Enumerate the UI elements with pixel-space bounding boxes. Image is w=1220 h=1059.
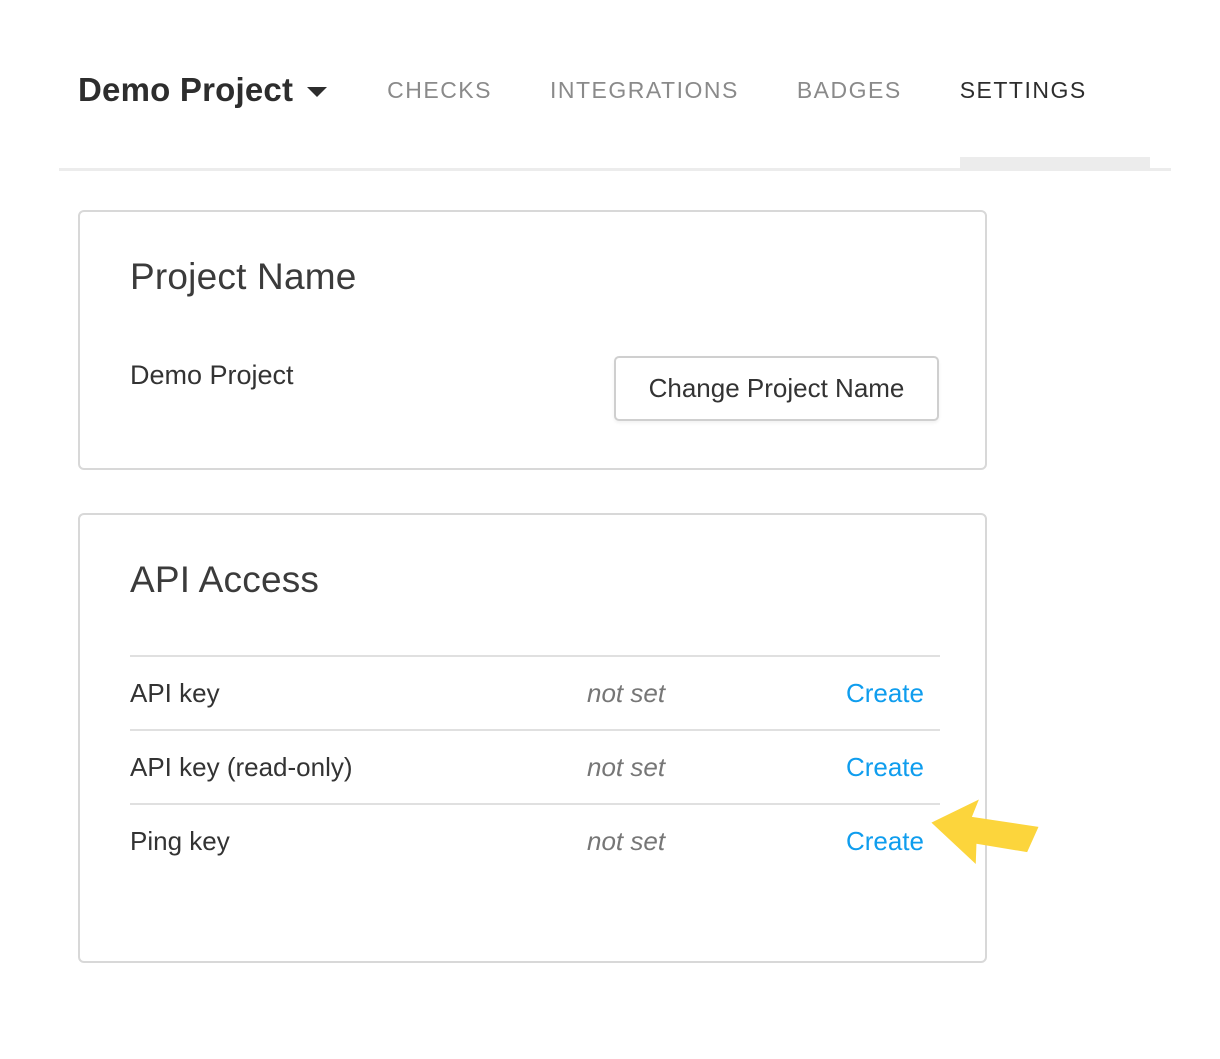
ping-key-create-link[interactable]: Create [846,826,940,857]
project-title: Demo Project [78,71,293,109]
table-row-ping-key: Ping key not set Create [130,803,940,877]
change-project-name-button[interactable]: Change Project Name [614,356,939,421]
ping-key-value: not set [587,826,846,857]
api-key-value: not set [587,678,846,709]
api-access-card-title: API Access [130,559,319,601]
project-name-card: Project Name Demo Project Change Project… [78,210,987,470]
api-access-card: API Access API key not set Create API ke… [78,513,987,963]
project-switcher-dropdown[interactable]: Demo Project [78,71,327,109]
api-key-label: API key [130,678,587,709]
nav-tabs: CHECKS INTEGRATIONS BADGES SETTINGS [387,77,1087,104]
tab-integrations[interactable]: INTEGRATIONS [550,77,739,104]
api-key-readonly-create-link[interactable]: Create [846,752,940,783]
table-row-api-key-readonly: API key (read-only) not set Create [130,729,940,803]
api-keys-table: API key not set Create API key (read-onl… [130,655,940,877]
project-name-card-title: Project Name [130,256,357,298]
tab-badges[interactable]: BADGES [797,77,902,104]
tab-checks[interactable]: CHECKS [387,77,492,104]
top-navigation: Demo Project CHECKS INTEGRATIONS BADGES … [78,58,1200,122]
api-key-readonly-value: not set [587,752,846,783]
table-row-api-key: API key not set Create [130,655,940,729]
chevron-down-icon [307,87,327,97]
tab-settings[interactable]: SETTINGS [960,77,1087,104]
ping-key-label: Ping key [130,826,587,857]
current-project-name: Demo Project [130,360,294,391]
api-key-create-link[interactable]: Create [846,678,940,709]
header-divider [59,168,1171,171]
api-key-readonly-label: API key (read-only) [130,752,587,783]
